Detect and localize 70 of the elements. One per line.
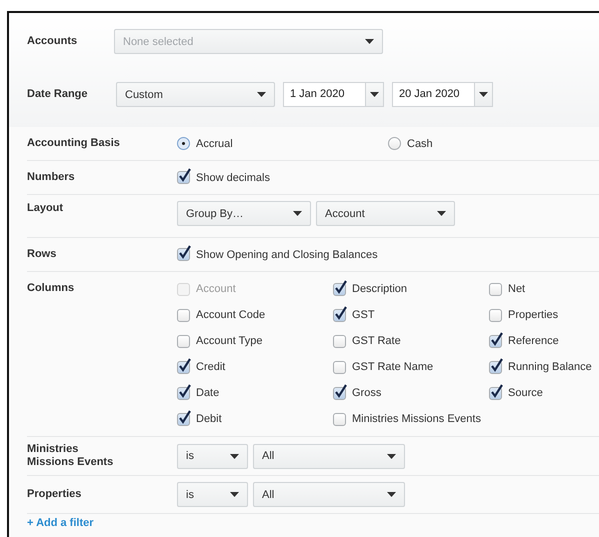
field-label: Numbers: [27, 171, 76, 184]
checkbox-label: Show decimals: [196, 172, 270, 184]
checkbox-label: Account Code: [196, 309, 266, 321]
caret-icon: [387, 492, 396, 497]
checkbox[interactable]: [489, 334, 502, 348]
field-label: Ministries Missions Events: [27, 443, 114, 469]
checkbox[interactable]: [177, 386, 190, 400]
radio-label: Accrual: [196, 138, 233, 150]
dropdown[interactable]: is: [177, 444, 248, 468]
caret-icon: [437, 211, 446, 216]
dropdown[interactable]: Custom: [116, 82, 275, 107]
caret-icon: [230, 492, 239, 497]
checkbox-label: Date: [196, 387, 220, 399]
dropdown[interactable]: Group By…: [177, 201, 311, 226]
checkbox-label: Reference: [508, 335, 559, 347]
checkbox-label: GST Rate: [352, 335, 401, 347]
checkbox[interactable]: [333, 334, 346, 348]
caret-icon: [365, 39, 374, 44]
checkbox-label: GST: [352, 309, 375, 321]
caret-icon: [293, 211, 302, 216]
radio-button[interactable]: [388, 137, 401, 150]
checkbox-label: Ministries Missions Events: [352, 413, 481, 425]
checkbox-label: Gross: [352, 387, 382, 399]
checkbox-label: Source: [508, 387, 543, 399]
checkbox[interactable]: [177, 334, 190, 348]
add-filter-link[interactable]: + Add a filter: [27, 517, 94, 529]
field-label: Columns: [27, 282, 76, 295]
checkbox[interactable]: [333, 308, 346, 322]
checkbox[interactable]: [489, 308, 502, 322]
checkbox-label: Account Type: [196, 335, 262, 347]
dropdown[interactable]: All: [253, 482, 405, 507]
checkbox[interactable]: [333, 282, 346, 296]
date-field[interactable]: 20 Jan 2020: [392, 82, 493, 107]
checkbox[interactable]: [489, 282, 502, 296]
checkbox-label: Net: [508, 283, 526, 295]
checkbox[interactable]: [489, 386, 502, 400]
field-label: Date Range: [27, 88, 89, 101]
checkbox-label: Properties: [508, 309, 558, 321]
caret-icon: [387, 454, 396, 458]
checkbox[interactable]: [177, 171, 190, 184]
dropdown[interactable]: is: [177, 482, 248, 507]
field-label: Properties: [27, 488, 82, 501]
checkbox-label: Show Opening and Closing Balances: [196, 248, 378, 260]
dropdown[interactable]: Account: [316, 201, 455, 226]
checkbox[interactable]: [333, 412, 346, 426]
checkbox[interactable]: [489, 360, 502, 374]
date-field[interactable]: 1 Jan 2020: [283, 82, 384, 107]
radio-label: Cash: [407, 138, 433, 150]
checkbox[interactable]: [177, 308, 190, 322]
checkbox[interactable]: [333, 386, 346, 400]
field-label: Accounts: [27, 35, 78, 48]
checkbox[interactable]: [177, 248, 190, 261]
checkbox-label: Account: [196, 283, 236, 295]
checkbox-label: GST Rate Name: [352, 361, 434, 373]
caret-icon: [257, 92, 266, 97]
checkbox[interactable]: [177, 360, 190, 374]
caret-icon: [479, 92, 488, 97]
checkbox-label: Debit: [196, 413, 222, 425]
radio-button[interactable]: [177, 137, 190, 150]
checkbox-label: Credit: [196, 361, 226, 373]
checkbox[interactable]: [177, 412, 190, 426]
caret-icon: [230, 454, 239, 458]
checkbox-label: Description: [352, 283, 408, 295]
dropdown[interactable]: All: [253, 444, 405, 468]
field-label: Rows: [27, 248, 58, 261]
field-label: Accounting Basis: [27, 137, 121, 150]
checkbox[interactable]: [333, 360, 346, 374]
caret-icon: [370, 92, 379, 97]
checkbox-label: Running Balance: [508, 361, 592, 373]
field-label: Layout: [27, 202, 64, 215]
